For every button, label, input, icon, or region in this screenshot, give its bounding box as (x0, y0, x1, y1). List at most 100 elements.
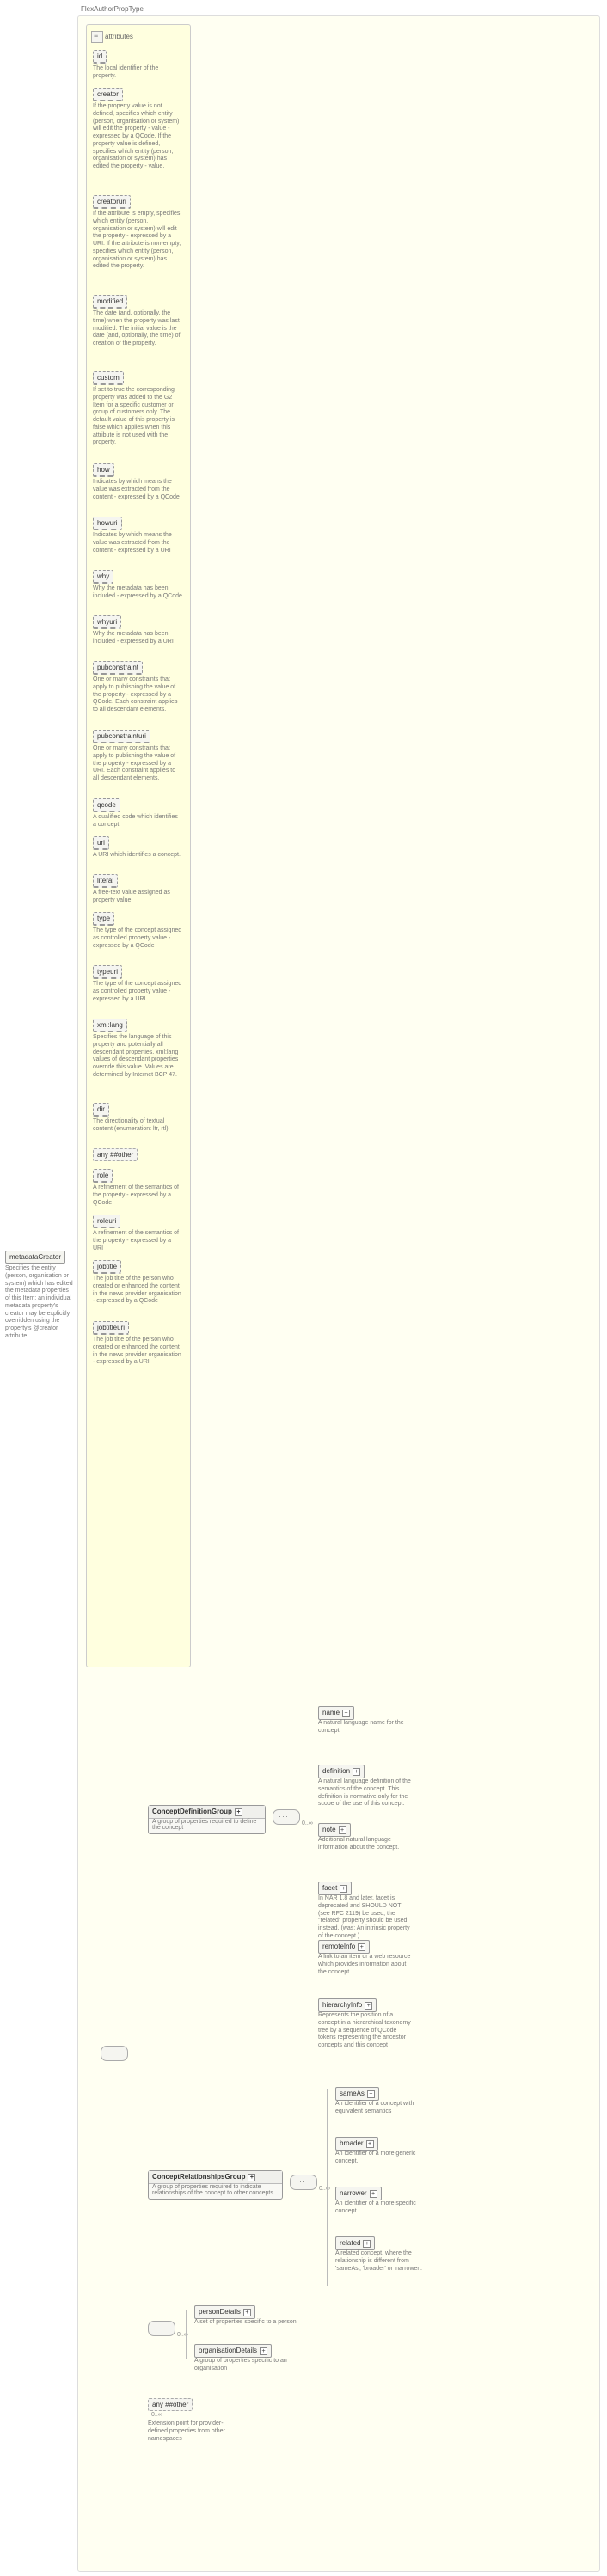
expand-icon[interactable]: + (340, 1885, 347, 1893)
node-narrower[interactable]: narrower+ (335, 2187, 382, 2200)
attr-desc-jobtitle: The job title of the person who created … (93, 1276, 184, 1306)
node-hierarchyInfo[interactable]: hierarchyInfo+ (318, 1998, 377, 2012)
attr-desc-role: A refinement of the semantics of the pro… (93, 1184, 184, 1207)
expand-icon[interactable]: + (358, 1943, 365, 1951)
ext-desc: Extension point for provider-defined pro… (148, 2420, 244, 2443)
node-definition[interactable]: definition+ (318, 1765, 365, 1778)
attr-dir: dir (93, 1103, 109, 1117)
attributes-icon (91, 31, 103, 43)
seq-crg (290, 2175, 317, 2190)
attr-desc-jobtitleuri: The job title of the person who created … (93, 1337, 184, 1367)
attr-how: how (93, 463, 114, 477)
concept-definition-group[interactable]: ConceptDefinitionGroup+ A group of prope… (148, 1805, 266, 1834)
attr-desc-id: The local identifier of the property. (93, 65, 184, 81)
attr-desc-creator: If the property value is not defined, sp… (93, 103, 184, 171)
desc-note: Additional natural language information … (318, 1837, 414, 1852)
attr-modified: modified (93, 295, 127, 309)
attr-pubconstraint: pubconstraint (93, 661, 143, 675)
any-ext: any ##other (148, 2398, 193, 2411)
attr-desc-how: Indicates by which means the value was e… (93, 479, 184, 501)
expand-icon[interactable]: + (363, 2240, 371, 2248)
seq-root (101, 2046, 128, 2061)
node-name[interactable]: name+ (318, 1706, 354, 1720)
node-organisationDetails[interactable]: organisationDetails+ (194, 2344, 272, 2358)
seq-cdg (273, 1809, 300, 1825)
attr-custom: custom (93, 371, 124, 385)
attr-xml:lang: xml:lang (93, 1019, 127, 1032)
attr-desc-pubconstrainturi: One or many constraints that apply to pu… (93, 745, 184, 783)
attr-uri: uri (93, 836, 109, 850)
attr-pubconstrainturi: pubconstrainturi (93, 730, 150, 743)
desc-name: A natural language name for the concept. (318, 1720, 414, 1735)
desc-broader: An identifier of a more generic concept. (335, 2151, 432, 2166)
count: 0..∞ (319, 2186, 330, 2192)
node-facet[interactable]: facet+ (318, 1882, 352, 1895)
expand-icon[interactable]: + (370, 2190, 377, 2198)
seq-choice (148, 2321, 175, 2336)
root-node[interactable]: metadataCreator (5, 1251, 65, 1264)
attr-desc-creatoruri: If the attribute is empty, specifies whi… (93, 211, 184, 271)
expand-icon[interactable]: + (248, 2174, 255, 2181)
attr-desc-typeuri: The type of the concept assigned as cont… (93, 981, 184, 1003)
attr-role: role (93, 1169, 113, 1183)
concept-relationships-group[interactable]: ConceptRelationshipsGroup+ A group of pr… (148, 2170, 283, 2200)
expand-icon[interactable]: + (366, 2140, 374, 2148)
desc-hierarchyInfo: Represents the position of a concept in … (318, 2012, 414, 2050)
root-desc: Specifies the entity (person, organisati… (5, 1265, 76, 1341)
rail-crg (327, 2089, 328, 2286)
attr-type: type (93, 912, 114, 926)
page-title: FlexAuthorPropType (81, 5, 144, 13)
expand-icon[interactable]: + (342, 1710, 350, 1717)
desc-narrower: An identifier of a more specific concept… (335, 2200, 432, 2216)
expand-icon[interactable]: + (367, 2090, 375, 2098)
expand-icon[interactable]: + (339, 1826, 346, 1834)
attr-id: id (93, 50, 107, 64)
node-sameAs[interactable]: sameAs+ (335, 2087, 379, 2101)
attr-whyuri: whyuri (93, 615, 121, 629)
expand-icon[interactable]: + (365, 2002, 372, 2010)
node-remoteInfo[interactable]: remoteInfo+ (318, 1940, 370, 1954)
attr-any: any ##other (93, 1148, 138, 1161)
attr-desc-whyuri: Why the metadata has been included - exp… (93, 631, 184, 646)
attr-jobtitle: jobtitle (93, 1260, 121, 1274)
attr-jobtitleuri: jobtitleuri (93, 1321, 129, 1335)
attr-desc-uri: A URI which identifies a concept. (93, 852, 184, 860)
node-note[interactable]: note+ (318, 1823, 351, 1837)
desc-sameAs: An identifier of a concept with equivale… (335, 2101, 432, 2116)
attr-howuri: howuri (93, 517, 122, 530)
expand-icon[interactable]: + (235, 1808, 242, 1816)
count: 0..∞ (151, 2412, 162, 2418)
node-broader[interactable]: broader+ (335, 2137, 378, 2151)
desc-remoteInfo: A link to an item or a web resource whic… (318, 1954, 414, 1976)
attr-desc-howuri: Indicates by which means the value was e… (93, 532, 184, 554)
attr-desc-qcode: A qualified code which identifies a conc… (93, 814, 184, 829)
attr-typeuri: typeuri (93, 965, 122, 979)
attr-desc-literal: A free-text value assigned as property v… (93, 890, 184, 905)
desc-facet: In NAR 1.8 and later, facet is deprecate… (318, 1895, 414, 1941)
attr-desc-why: Why the metadata has been included - exp… (93, 585, 184, 601)
desc-related: A related concept, where the relationshi… (335, 2250, 432, 2273)
attr-desc-type: The type of the concept assigned as cont… (93, 927, 184, 950)
attr-desc-custom: If set to true the corresponding propert… (93, 387, 184, 447)
expand-icon[interactable]: + (260, 2347, 267, 2355)
attr-desc-roleuri: A refinement of the semantics of the pro… (93, 1230, 184, 1252)
attr-literal: literal (93, 874, 118, 888)
attr-qcode: qcode (93, 798, 120, 812)
attr-desc-xml:lang: Specifies the language of this property … (93, 1034, 184, 1080)
attr-creatoruri: creatoruri (93, 195, 131, 209)
desc-personDetails: A set of properties specific to a person (194, 2319, 299, 2327)
attr-roleuri: roleuri (93, 1215, 120, 1228)
node-related[interactable]: related+ (335, 2236, 375, 2250)
node-personDetails[interactable]: personDetails+ (194, 2305, 255, 2319)
expand-icon[interactable]: + (243, 2309, 251, 2316)
count: 0..∞ (302, 1820, 313, 1826)
attr-desc-modified: The date (and, optionally, the time) whe… (93, 310, 184, 348)
attr-desc-dir: The directionality of textual content (e… (93, 1118, 184, 1134)
desc-organisationDetails: A group of properties specific to an org… (194, 2358, 299, 2373)
desc-definition: A natural language definition of the sem… (318, 1778, 414, 1808)
attr-desc-pubconstraint: One or many constraints that apply to pu… (93, 676, 184, 714)
attr-creator: creator (93, 88, 123, 101)
attr-why: why (93, 570, 113, 584)
rail-choice (186, 2310, 187, 2359)
expand-icon[interactable]: + (353, 1768, 360, 1776)
